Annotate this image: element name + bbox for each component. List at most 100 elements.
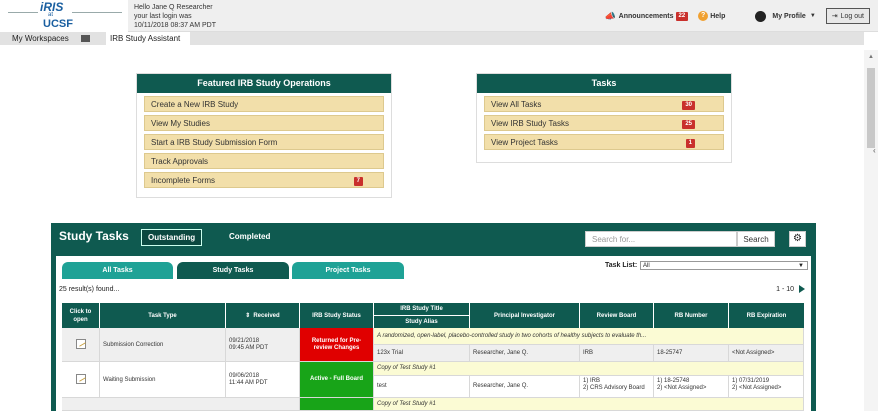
- incomplete-forms-link[interactable]: Incomplete Forms 7: [144, 172, 384, 188]
- tab-my-workspaces[interactable]: My Workspaces: [0, 32, 106, 45]
- announcements-count-badge: 22: [675, 11, 689, 21]
- expiration-line: 2) <Not Assigned>: [732, 385, 782, 391]
- study-title-link[interactable]: Copy of Test Study #1: [374, 362, 804, 376]
- my-profile-menu[interactable]: My Profile ▼: [755, 10, 816, 22]
- col-label: Received: [253, 312, 280, 319]
- irb-number-cell: 1) 18-25748 2) <Not Assigned>: [654, 376, 729, 398]
- featured-operations-panel: Featured IRB Study Operations Create a N…: [136, 73, 392, 198]
- col-alias: Study Alias: [405, 319, 438, 325]
- received-time: 09:45 AM PDT: [229, 345, 269, 351]
- received-date: 09/06/2018: [229, 373, 260, 379]
- tasks-title: Tasks: [477, 74, 731, 93]
- irb-number-cell: 18-25747: [654, 345, 729, 362]
- tab-study-tasks[interactable]: Study Tasks: [177, 262, 289, 279]
- announcements-link[interactable]: 📣 Announcements 22: [604, 10, 689, 22]
- option-label: Start a IRB Study Submission Form: [151, 138, 278, 147]
- alias-cell: 123x Trial: [374, 345, 470, 362]
- option-label: View My Studies: [151, 119, 210, 128]
- tab-label: My Workspaces: [12, 34, 69, 43]
- tab-irb-study-assistant[interactable]: IRB Study Assistant: [106, 32, 190, 45]
- start-submission-form-link[interactable]: Start a IRB Study Submission Form: [144, 134, 384, 150]
- board-line: 1) IRB: [583, 378, 601, 384]
- results-count: 25 result(s) found...: [59, 286, 120, 293]
- help-link[interactable]: ? Help: [698, 11, 725, 21]
- study-title-link[interactable]: A randomized, open-label, placebo-contro…: [374, 328, 804, 345]
- next-page-icon[interactable]: [799, 285, 805, 293]
- tasks-panel: Tasks View All Tasks 30 View IRB Study Ta…: [476, 73, 732, 163]
- search-button[interactable]: Search: [737, 231, 775, 247]
- logout-label: Log out: [840, 12, 864, 20]
- option-label: View All Tasks: [491, 100, 542, 109]
- view-my-studies-link[interactable]: View My Studies: [144, 115, 384, 131]
- status-badge: Returned for Pre-review Changes: [300, 328, 374, 362]
- megaphone-icon: 📣: [604, 10, 616, 21]
- workspace-tab-bar: My Workspaces IRB Study Assistant: [0, 32, 864, 45]
- user-greeting: Hello Jane Q Researcher your last login …: [134, 3, 216, 30]
- col-status[interactable]: IRB Study Status: [300, 303, 374, 328]
- track-approvals-link[interactable]: Track Approvals: [144, 153, 384, 169]
- irb-number-line: 1) 18-25748: [657, 378, 690, 384]
- expiration-cell: <Not Assigned>: [729, 345, 804, 362]
- logout-button[interactable]: ⇥ Log out: [825, 8, 870, 24]
- alias-cell: test: [374, 376, 470, 398]
- irb-number-line: 2) <Not Assigned>: [657, 385, 707, 391]
- received-date: 09/21/2018: [229, 338, 260, 344]
- last-login-label: your last login was: [134, 13, 192, 20]
- last-login-time: 10/11/2018 08:37 AM PDT: [134, 22, 216, 29]
- col-review-board[interactable]: Review Board: [580, 303, 654, 328]
- outstanding-toggle[interactable]: Outstanding: [141, 229, 203, 246]
- count-badge: 7: [353, 177, 363, 186]
- view-all-tasks-link[interactable]: View All Tasks 30: [484, 96, 724, 112]
- page-scrollbar[interactable]: ▲ ‹: [864, 50, 878, 411]
- study-title-link[interactable]: Copy of Test Study #1: [374, 398, 804, 411]
- sort-icon: ⇕: [245, 312, 251, 319]
- pager[interactable]: 1 - 10: [776, 285, 805, 293]
- table-row[interactable]: [62, 398, 300, 411]
- option-label: View Project Tasks: [491, 138, 558, 147]
- task-list-select[interactable]: All ▼: [640, 261, 808, 270]
- count-badge: 30: [682, 101, 695, 110]
- option-label: Incomplete Forms: [151, 176, 216, 185]
- completed-toggle[interactable]: Completed: [223, 229, 276, 246]
- count-badge: 1: [685, 139, 695, 148]
- received-cell: 09/06/2018 11:44 AM PDT: [226, 362, 300, 398]
- greeting-line: Hello Jane Q Researcher: [134, 4, 213, 11]
- tab-all-tasks[interactable]: All Tasks: [62, 262, 173, 279]
- scrollbar-thumb[interactable]: [867, 68, 875, 148]
- status-badge: Active - Full Board: [300, 362, 374, 398]
- col-irb-number[interactable]: RB Number: [654, 303, 729, 328]
- iris-ucsf-logo[interactable]: iRIS at UCSF: [0, 0, 128, 32]
- table-row[interactable]: [62, 362, 100, 398]
- view-project-tasks-link[interactable]: View Project Tasks 1: [484, 134, 724, 150]
- board-cell: IRB: [580, 345, 654, 362]
- received-time: 11:44 AM PDT: [229, 380, 268, 386]
- col-irb-expiration[interactable]: RB Expiration: [729, 303, 804, 328]
- help-label: Help: [710, 12, 726, 20]
- create-new-study-link[interactable]: Create a New IRB Study: [144, 96, 384, 112]
- document-icon[interactable]: [76, 339, 86, 349]
- expiration-cell: 1) 07/31/2019 2) <Not Assigned>: [729, 376, 804, 398]
- chevron-left-icon: ‹: [873, 146, 876, 155]
- top-header: iRIS at UCSF Hello Jane Q Researcher you…: [0, 0, 878, 32]
- chevron-down-icon: ▼: [798, 263, 804, 269]
- view-irb-study-tasks-link[interactable]: View IRB Study Tasks 25: [484, 115, 724, 131]
- pager-range: 1 - 10: [776, 285, 795, 293]
- document-icon[interactable]: [76, 374, 86, 384]
- dropdown-icon[interactable]: [81, 35, 90, 42]
- table-row[interactable]: [62, 328, 100, 362]
- gear-icon[interactable]: ⚙: [789, 231, 806, 247]
- option-label: Track Approvals: [151, 157, 209, 166]
- col-title-alias[interactable]: IRB Study Title Study Alias: [374, 303, 470, 328]
- featured-operations-title: Featured IRB Study Operations: [137, 74, 391, 93]
- select-value: All: [643, 263, 650, 269]
- board-cell: 1) IRB 2) CRS Advisory Board: [580, 376, 654, 398]
- scroll-up-icon[interactable]: ▲: [868, 54, 874, 60]
- col-pi[interactable]: Principal Investigator: [470, 303, 580, 328]
- logo-line-3: UCSF: [43, 18, 73, 30]
- search-input[interactable]: Search for...: [585, 231, 737, 247]
- study-tasks-title: Study Tasks: [59, 229, 129, 243]
- tab-project-tasks[interactable]: Project Tasks: [292, 262, 404, 279]
- col-received[interactable]: ⇕ Received: [226, 303, 300, 328]
- col-task-type[interactable]: Task Type: [100, 303, 226, 328]
- study-tasks-content: All Tasks Study Tasks Project Tasks Task…: [56, 256, 811, 411]
